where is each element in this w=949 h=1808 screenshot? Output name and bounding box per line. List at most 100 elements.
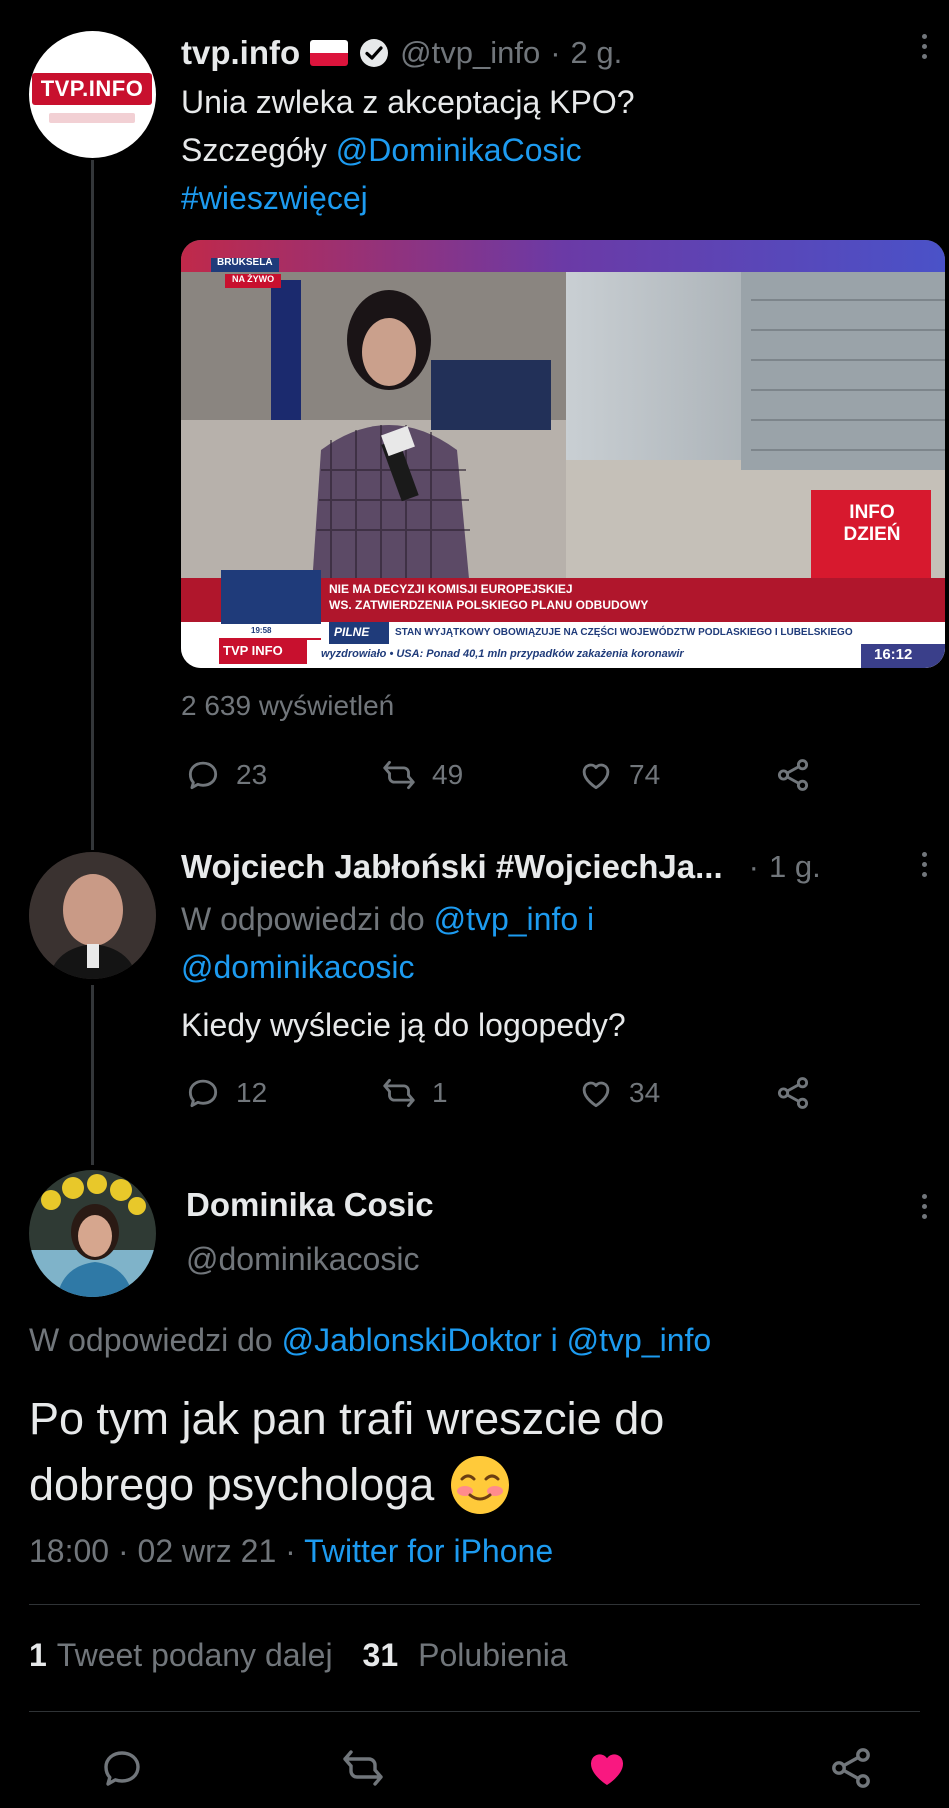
reply-line: W odpowiedzi do @tvp_info i [181, 895, 901, 943]
like-icon [582, 763, 610, 790]
media-channel-logo: TVP INFO [223, 643, 283, 658]
media-headline-1: NIE MA DECYZJI KOMISJI EUROPEJSKIEJ [329, 582, 573, 596]
media-urgent-text: STAN WYJĄTKOWY OBOWIĄZUJE NA CZĘŚCI WOJE… [395, 627, 853, 638]
mention-link[interactable]: @DominikaCosic [336, 132, 582, 168]
tweet1-header: tvp.info @tvp_info · 2 g. [181, 32, 622, 74]
tweet-line: Po tym jak pan trafi wreszcie do [29, 1393, 665, 1444]
reply-count: 12 [236, 1077, 268, 1108]
divider [29, 1711, 920, 1712]
media-clock: 16:12 [874, 646, 913, 663]
tweet-line: Unia zwleka z akceptacją KPO? [181, 84, 635, 120]
tweet3-reply-context: W odpowiedzi do @JablonskiDoktor i @tvp_… [29, 1322, 711, 1359]
tvp-logo: TVP.INFO [32, 73, 152, 105]
author-handle[interactable]: @dominikacosic [186, 1241, 419, 1278]
reply-prefix: W odpowiedzi do [29, 1322, 273, 1358]
like-stat-label[interactable]: Polubienia [418, 1637, 567, 1674]
tweet-video-media[interactable]: BRUKSELA NA ŻYWO NIE MA DECYZJI KOMISJI … [181, 240, 945, 668]
tweet1-text: Unia zwleka z akceptacją KPO? Szczegóły … [181, 78, 901, 222]
share-button[interactable] [774, 1074, 812, 1112]
avatar-dominika[interactable] [29, 1170, 156, 1297]
retweet-stat-count[interactable]: 1 [29, 1637, 47, 1674]
avatar-photo [29, 1170, 156, 1297]
reply-prefix: W odpowiedzi do [181, 901, 425, 937]
retweet-icon [343, 1750, 383, 1786]
text-prefix: Szczegóły [181, 132, 327, 168]
tweet-line: Szczegóły @DominikaCosic [181, 126, 901, 174]
thread-line [91, 160, 94, 850]
share-icon [777, 1077, 809, 1109]
media-ticker: wyzdrowiało • USA: Ponad 40,1 mln przypa… [321, 648, 684, 660]
like-button-active[interactable] [583, 1744, 631, 1792]
tweet2-text: Kiedy wyślecie ją do logopedy? [181, 1007, 626, 1043]
avatar-photo [29, 852, 156, 979]
share-button[interactable] [827, 1744, 875, 1792]
retweet-icon [383, 1078, 415, 1108]
tweet3-meta: 18:00 · 02 wrz 21 · Twitter for iPhone [29, 1533, 553, 1570]
engagement-stats: 1 Tweet podany dalej 31 Polubienia [29, 1637, 568, 1674]
separator: · [748, 849, 759, 884]
share-icon [777, 759, 809, 791]
author-handle[interactable]: @tvp_info [400, 35, 540, 71]
like-count: 74 [629, 759, 661, 790]
tweet-time[interactable]: 2 g. [571, 35, 623, 71]
share-button[interactable] [774, 756, 812, 794]
like-icon [582, 1081, 610, 1108]
tweet-line-text: dobrego psychologa [29, 1459, 435, 1510]
more-icon[interactable] [922, 34, 928, 64]
author-name[interactable]: tvp.info [181, 34, 300, 72]
reply-icon [104, 1751, 140, 1786]
retweet-button[interactable]: 1 [380, 1074, 448, 1112]
media-location: BRUKSELA [217, 257, 273, 268]
tweet-time[interactable]: 1 g. [769, 849, 821, 885]
retweet-count: 49 [432, 759, 464, 790]
like-icon [590, 1754, 624, 1785]
like-stat-count[interactable]: 31 [363, 1637, 399, 1674]
logo-reflection [49, 113, 135, 123]
reply-mention[interactable]: @tvp_info i [434, 901, 595, 937]
verified-icon [358, 37, 390, 69]
reply-button[interactable]: 12 [184, 1074, 267, 1112]
tweet2-reply-context: W odpowiedzi do @tvp_info i @dominikacos… [181, 895, 901, 991]
timestamp[interactable]: 18:00 · 02 wrz 21 · [29, 1533, 296, 1569]
retweet-button[interactable] [339, 1744, 387, 1792]
source-link[interactable]: Twitter for iPhone [304, 1533, 553, 1569]
reply-button[interactable] [98, 1744, 146, 1792]
author-name[interactable]: Wojciech Jabłoński #WojciechJa... [181, 848, 723, 886]
thread-line [91, 985, 94, 1165]
share-icon [832, 1748, 870, 1788]
author-name[interactable]: Dominika Cosic [186, 1186, 434, 1224]
retweet-stat-label[interactable]: Tweet podany dalej [57, 1637, 333, 1674]
reply-button[interactable]: 23 [184, 756, 267, 794]
reply-icon [188, 761, 218, 790]
badge-line: INFO [849, 502, 895, 523]
badge-line: DZIEŃ [843, 524, 901, 545]
retweet-button[interactable]: 49 [380, 756, 463, 794]
like-button[interactable]: 34 [577, 1074, 660, 1112]
tweet-line: dobrego psychologa [29, 1452, 664, 1518]
media-small-time: 19:58 [251, 626, 272, 635]
reply-count: 23 [236, 759, 268, 790]
more-icon[interactable] [922, 1194, 928, 1224]
hashtag-link[interactable]: #wieszwięcej [181, 174, 901, 222]
reply-mention[interactable]: @dominikacosic [181, 943, 901, 991]
media-live-badge: NA ŻYWO [232, 274, 275, 284]
view-count: 2 639 wyświetleń [181, 690, 395, 721]
poland-flag-icon [310, 40, 349, 66]
separator: · [550, 35, 561, 70]
tweet2-header: Wojciech Jabłoński #WojciechJa... · 1 g. [181, 846, 901, 888]
media-headline-2: WS. ZATWIERDZENIA POLSKIEGO PLANU ODBUDO… [329, 598, 649, 612]
media-urgent-label: PILNE [334, 625, 370, 639]
avatar-tvp-info[interactable]: TVP.INFO [29, 31, 156, 158]
retweet-icon [383, 760, 415, 790]
smiling-face-emoji-icon [448, 1453, 512, 1517]
info-dzien-badge: INFO DZIEŃ [823, 502, 921, 546]
reply-mentions[interactable]: @JablonskiDoktor i @tvp_info [282, 1322, 712, 1358]
reply-icon [188, 1079, 218, 1108]
like-count: 34 [629, 1077, 661, 1108]
more-icon[interactable] [922, 852, 928, 882]
like-button[interactable]: 74 [577, 756, 660, 794]
avatar-wojciech[interactable] [29, 852, 156, 979]
tweet3-text: Po tym jak pan trafi wreszcie do dobrego… [29, 1386, 664, 1518]
divider [29, 1604, 920, 1605]
retweet-count: 1 [432, 1077, 448, 1108]
